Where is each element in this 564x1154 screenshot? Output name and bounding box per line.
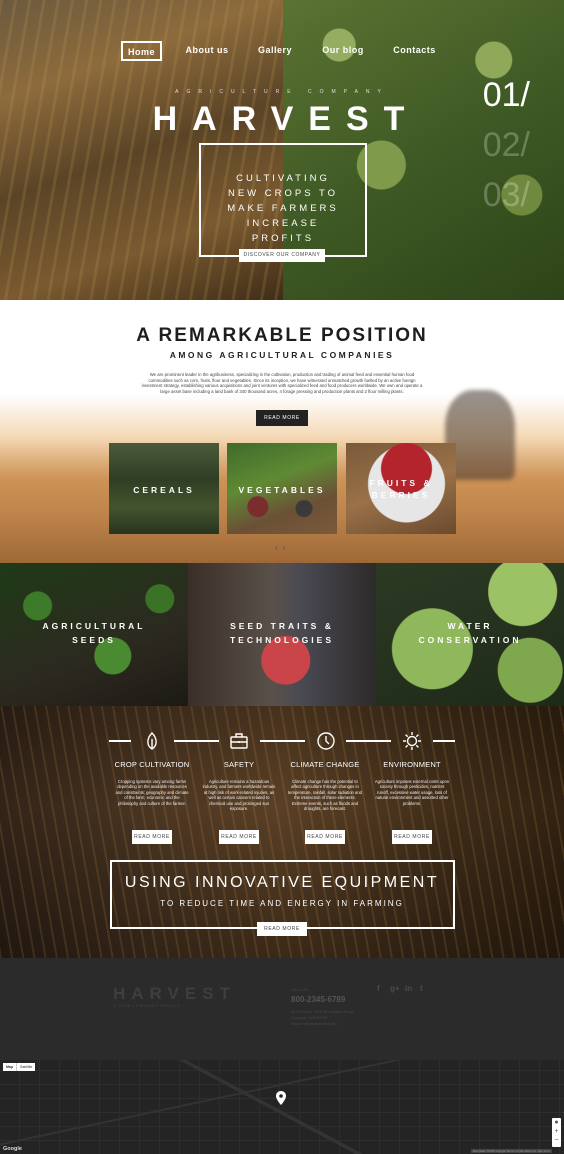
- zoom-out-icon[interactable]: −: [552, 1136, 561, 1145]
- divider-line: [260, 740, 305, 742]
- card-cereals[interactable]: CEREALS: [109, 443, 219, 534]
- pegman-icon[interactable]: ●: [552, 1118, 561, 1127]
- divider-line: [109, 740, 131, 742]
- innovation-subtitle: TO REDUCE TIME AND ENERGY IN FARMING: [160, 899, 404, 908]
- feature-text-environment: Agriculture imposes external costs upon …: [374, 779, 450, 806]
- google-logo: Google: [3, 1146, 22, 1152]
- footer-phone[interactable]: 800-2345-6789: [291, 995, 345, 1004]
- position-read-more-button[interactable]: READ MORE: [256, 410, 308, 426]
- hero-tagline-box: CULTIVATING NEW CROPS TO MAKE FARMERS IN…: [199, 143, 367, 257]
- zoom-in-icon[interactable]: +: [552, 1127, 561, 1136]
- map-type-satellite[interactable]: Satellite: [17, 1063, 35, 1071]
- nav-our-blog[interactable]: Our blog: [319, 41, 367, 61]
- clock-icon: [316, 731, 336, 751]
- tile-seed-traits-label: SEED TRAITS & TECHNOLOGIES: [229, 621, 334, 645]
- map-type-map[interactable]: Map: [3, 1063, 17, 1071]
- innovation-box: [110, 860, 455, 929]
- map-pin-icon[interactable]: [276, 1091, 286, 1105]
- card-vegetables-label: VEGETABLES: [238, 485, 326, 495]
- innovation-read-more-button[interactable]: READ MORE: [257, 922, 307, 936]
- nav-home[interactable]: Home: [121, 41, 162, 61]
- slide-number-2[interactable]: 02/: [483, 126, 530, 165]
- card-fruits-berries[interactable]: FRUITS & BERRIES: [346, 443, 456, 534]
- footer-address-line: 4th Floor/rd, 3076 Bloomfield Road, Glas…: [291, 1009, 355, 1020]
- climate-change-read-more-button[interactable]: READ MORE: [305, 830, 345, 844]
- footer-copyright[interactable]: © 2016 | PRIVACY POLICY: [113, 1003, 181, 1008]
- map[interactable]: [0, 1060, 564, 1154]
- feature-text-climate-change: Climate change has the potential to affe…: [287, 779, 363, 812]
- divider-line: [433, 740, 455, 742]
- main-nav: Home About us Gallery Our blog Contacts: [0, 41, 564, 61]
- feature-text-safety: Agriculture remains a hazardous industry…: [202, 779, 276, 812]
- footer-brand[interactable]: HARVEST: [113, 984, 236, 1004]
- card-cereals-label: CEREALS: [133, 485, 195, 495]
- tile-water-conservation[interactable]: WATER CONSERVATION: [376, 563, 564, 706]
- feature-title-crop-cultivation: CROP CULTIVATION: [114, 760, 190, 769]
- environment-read-more-button[interactable]: READ MORE: [392, 830, 432, 844]
- tile-agricultural-seeds[interactable]: AGRICULTURAL SEEDS: [0, 563, 188, 706]
- feature-title-environment: ENVIRONMENT: [383, 760, 441, 769]
- slide-number-1[interactable]: 01/: [483, 76, 530, 115]
- position-description: We are prominent leader in the agribusin…: [141, 372, 423, 394]
- briefcase-icon: [229, 731, 249, 751]
- hero-tagline: CULTIVATING NEW CROPS TO MAKE FARMERS IN…: [227, 173, 339, 244]
- carousel-arrows[interactable]: ‹ ›: [275, 542, 287, 552]
- nav-gallery[interactable]: Gallery: [253, 41, 297, 61]
- divider-line: [346, 740, 391, 742]
- sun-icon: [402, 731, 422, 751]
- brand-subtitle: AGRICULTURE COMPANY: [175, 89, 389, 95]
- safety-read-more-button[interactable]: READ MORE: [219, 830, 259, 844]
- map-terms[interactable]: Map data ©2016 Google Terms of Use Repor…: [470, 1149, 552, 1153]
- footer-call-label: CALL US: [291, 987, 308, 992]
- footer-email[interactable]: Email: info@demolink.org: [291, 1021, 361, 1027]
- feature-text-crop-cultivation: Cropping systems vary among farms depend…: [115, 779, 189, 806]
- tile-seed-traits-technologies[interactable]: SEED TRAITS & TECHNOLOGIES: [188, 563, 376, 706]
- position-subtitle: AMONG AGRICULTURAL COMPANIES: [169, 350, 395, 360]
- google-plus-icon[interactable]: g+: [390, 984, 400, 993]
- map-type-toggle: Map Satellite: [3, 1063, 36, 1071]
- nav-contacts[interactable]: Contacts: [389, 41, 440, 61]
- divider-line: [174, 740, 219, 742]
- innovation-title: USING INNOVATIVE EQUIPMENT: [124, 874, 440, 891]
- page: Home About us Gallery Our blog Contacts …: [0, 0, 564, 1154]
- position-title: A REMARKABLE POSITION: [136, 325, 428, 346]
- footer: [0, 958, 564, 1060]
- brand-logo[interactable]: HARVEST: [0, 100, 564, 139]
- crop-cultivation-read-more-button[interactable]: READ MORE: [132, 830, 172, 844]
- card-vegetables[interactable]: VEGETABLES: [227, 443, 337, 534]
- facebook-icon[interactable]: f: [377, 984, 380, 993]
- feature-title-climate-change: CLIMATE CHANGE: [290, 760, 360, 769]
- linkedin-icon[interactable]: in: [405, 984, 412, 993]
- map-zoom-control: ● + −: [552, 1118, 561, 1147]
- leaf-icon: [142, 731, 162, 751]
- tile-water-conservation-label: WATER CONSERVATION: [418, 621, 522, 645]
- slide-number-3[interactable]: 03/: [483, 176, 530, 215]
- card-fruits-berries-label: FRUITS & BERRIES: [369, 478, 433, 500]
- tile-agricultural-seeds-label: AGRICULTURAL SEEDS: [42, 621, 146, 645]
- nav-about-us[interactable]: About us: [182, 41, 232, 61]
- discover-company-button[interactable]: DISCOVER OUR COMPANY: [239, 249, 325, 262]
- feature-title-safety: SAFETY: [223, 760, 255, 769]
- twitter-icon[interactable]: t: [420, 984, 423, 993]
- footer-address: 4th Floor/rd, 3076 Bloomfield Road, Glas…: [291, 1009, 361, 1027]
